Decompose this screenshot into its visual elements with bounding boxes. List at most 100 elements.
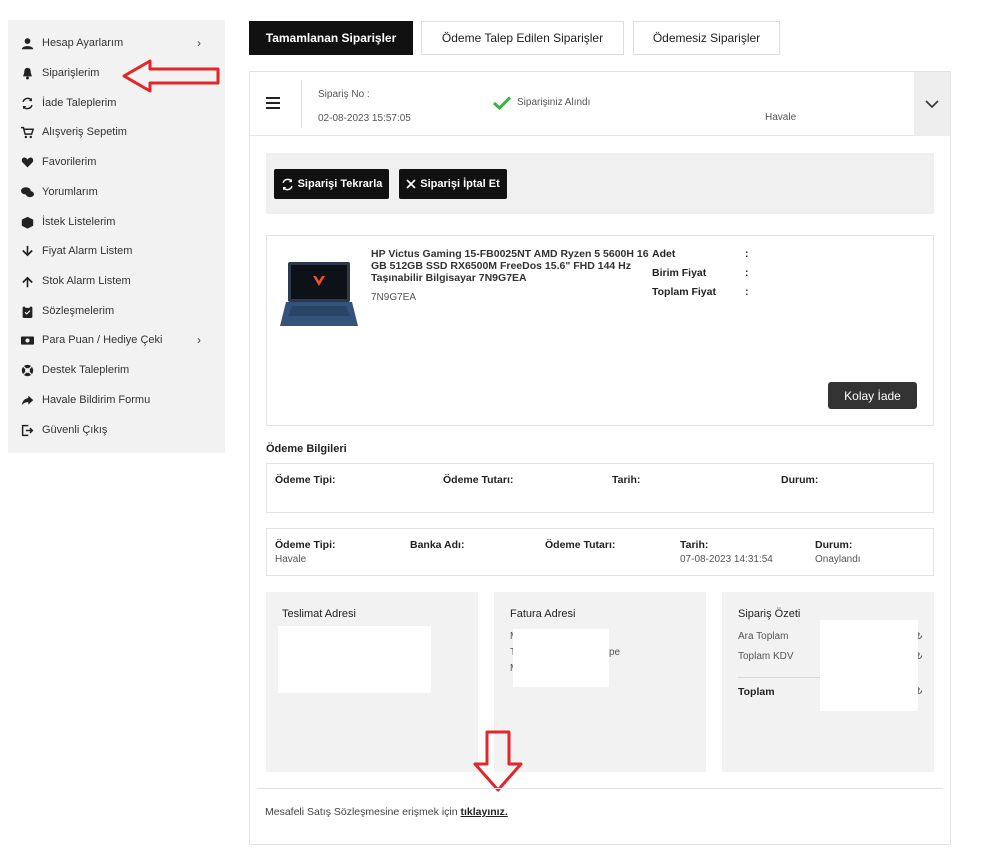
invoice-address-title: Fatura Adresi (510, 608, 576, 620)
contract-footer: Mesafeli Satış Sözleşmesine erişmek için… (265, 806, 508, 818)
tab-payment-requested-orders[interactable]: Ödeme Talep Edilen Siparişler (421, 21, 624, 55)
sidebar-item-7[interactable]: Fiyat Alarm Listem (20, 240, 213, 262)
sidebar-item-label: İade Taleplerim (42, 97, 117, 109)
payment-amount-label-2: Ödeme Tutarı: (545, 539, 616, 551)
sidebar-item-label: Fiyat Alarm Listem (42, 245, 133, 257)
payment-amount-label-1: Ödeme Tutarı: (443, 474, 514, 486)
sidebar-item-12[interactable]: Havale Bildirim Formu (20, 389, 213, 411)
annotation-arrow-left-icon (122, 59, 220, 93)
sidebar-item-label: İstek Listelerim (42, 216, 116, 228)
sidebar-item-13[interactable]: Güvenli Çıkış (20, 419, 213, 441)
order-header (250, 72, 950, 136)
chevron-right-icon: › (197, 36, 201, 50)
payment-date-label-2: Tarih: (680, 539, 709, 551)
unit-price-colon: : (745, 267, 749, 279)
quantity-label: Adet (652, 248, 676, 260)
logout-icon (20, 423, 34, 437)
sidebar-item-6[interactable]: İstek Listelerim (20, 211, 213, 233)
cancel-order-label: Siparişi İptal Et (420, 178, 500, 190)
sidebar-item-4[interactable]: Favorilerim (20, 151, 213, 173)
sidebar-item-2[interactable]: İade Taleplerim (20, 92, 213, 114)
close-icon (406, 179, 416, 189)
sidebar-item-9[interactable]: Sözleşmelerim (20, 300, 213, 322)
unit-price-label: Birim Fiyat (652, 267, 707, 279)
payment-status-value-2: Onaylandı (815, 554, 861, 565)
repeat-order-label: Siparişi Tekrarla (297, 178, 383, 190)
refresh-icon (20, 96, 34, 110)
repeat-order-button[interactable]: Siparişi Tekrarla (274, 169, 389, 199)
box-icon (20, 215, 34, 229)
sidebar-item-label: Siparişlerim (42, 67, 100, 79)
arrow-down-icon (20, 244, 34, 258)
sidebar-item-label: Güvenli Çıkış (42, 424, 108, 436)
user-icon (20, 36, 34, 50)
tab-completed-orders[interactable]: Tamamlanan Siparişler (249, 21, 413, 55)
subtotal-label: Ara Toplam (738, 631, 789, 642)
bank-name-label: Banka Adı: (410, 539, 465, 551)
cart-icon (20, 125, 34, 139)
header-divider (301, 80, 302, 128)
clipboard-icon (20, 304, 34, 318)
product-title[interactable]: HP Victus Gaming 15-FB0025NT AMD Ryzen 5… (371, 248, 656, 284)
payment-date-label-1: Tarih: (612, 474, 641, 486)
sidebar-item-11[interactable]: Destek Taleplerim (20, 359, 213, 381)
hamburger-menu-icon[interactable] (266, 97, 280, 109)
product-laptop-image[interactable] (280, 260, 358, 328)
payment-info-title: Ödeme Bilgileri (266, 443, 347, 455)
order-expand-toggle[interactable] (914, 72, 950, 136)
heart-icon (20, 155, 34, 169)
sidebar-item-label: Alışveriş Sepetim (42, 126, 127, 138)
lifebuoy-icon (20, 363, 34, 377)
tab-unpaid-orders[interactable]: Ödemesiz Siparişler (633, 21, 780, 55)
vat-label: Toplam KDV (738, 651, 794, 662)
total-label: Toplam (738, 686, 775, 698)
redacted-invoice-address (513, 629, 609, 687)
payment-method: Havale (765, 112, 797, 123)
invoice-fragment-d: pe (609, 647, 621, 658)
order-status: Siparişiniz Alındı (517, 97, 591, 108)
payment-type-value-2: Havale (275, 554, 307, 565)
order-number-label: Sipariş No : (318, 89, 370, 100)
sidebar-item-label: Para Puan / Hediye Çeki (42, 334, 163, 346)
sidebar-item-label: Hesap Ayarlarım (42, 37, 124, 49)
product-code: 7N9G7EA (371, 292, 417, 303)
total-price-label: Toplam Fiyat (652, 286, 716, 298)
chevron-down-icon (925, 99, 939, 108)
sidebar-item-0[interactable]: Hesap Ayarlarım › (20, 32, 213, 54)
payment-date-value-2: 07-08-2023 14:31:54 (680, 554, 773, 565)
sidebar-item-3[interactable]: Alışveriş Sepetim (20, 121, 213, 143)
quantity-colon: : (745, 248, 749, 260)
total-price-colon: : (745, 286, 749, 298)
easy-return-button[interactable]: Kolay İade (828, 382, 917, 409)
payment-type-label-2: Ödeme Tipi: (275, 539, 336, 551)
footer-divider (257, 788, 943, 789)
sidebar-item-label: Stok Alarm Listem (42, 275, 131, 287)
payment-info-row-2 (266, 528, 934, 576)
payment-info-row-1 (266, 463, 934, 513)
money-icon (20, 333, 34, 347)
bell-icon (20, 66, 34, 80)
payment-type-label-1: Ödeme Tipi: (275, 474, 336, 486)
arrow-up-icon (20, 274, 34, 288)
share-arrow-icon (20, 393, 34, 407)
sidebar-item-5[interactable]: Yorumlarım (20, 181, 213, 203)
sidebar-item-label: Sözleşmelerim (42, 305, 115, 317)
comments-icon (20, 185, 34, 199)
sidebar-item-10[interactable]: Para Puan / Hediye Çeki › (20, 329, 213, 351)
order-summary-title: Sipariş Özeti (738, 608, 801, 620)
payment-status-label-2: Durum: (815, 539, 853, 551)
redacted-delivery-address (278, 626, 431, 693)
annotation-arrow-down-icon (473, 730, 523, 792)
redacted-order-summary (820, 620, 918, 711)
cancel-order-button[interactable]: Siparişi İptal Et (399, 169, 507, 199)
contract-footer-text: Mesafeli Satış Sözleşmesine erişmek için (265, 806, 458, 818)
refresh-icon (281, 178, 293, 190)
sidebar-item-label: Destek Taleplerim (42, 364, 130, 376)
sidebar-item-label: Favorilerim (42, 156, 97, 168)
sidebar-item-label: Yorumlarım (42, 186, 98, 198)
check-icon (493, 96, 511, 110)
order-date: 02-08-2023 15:57:05 (318, 113, 411, 124)
chevron-right-icon: › (197, 333, 201, 347)
contract-link[interactable]: tıklayınız. (461, 806, 508, 818)
sidebar-item-8[interactable]: Stok Alarm Listem (20, 270, 213, 292)
